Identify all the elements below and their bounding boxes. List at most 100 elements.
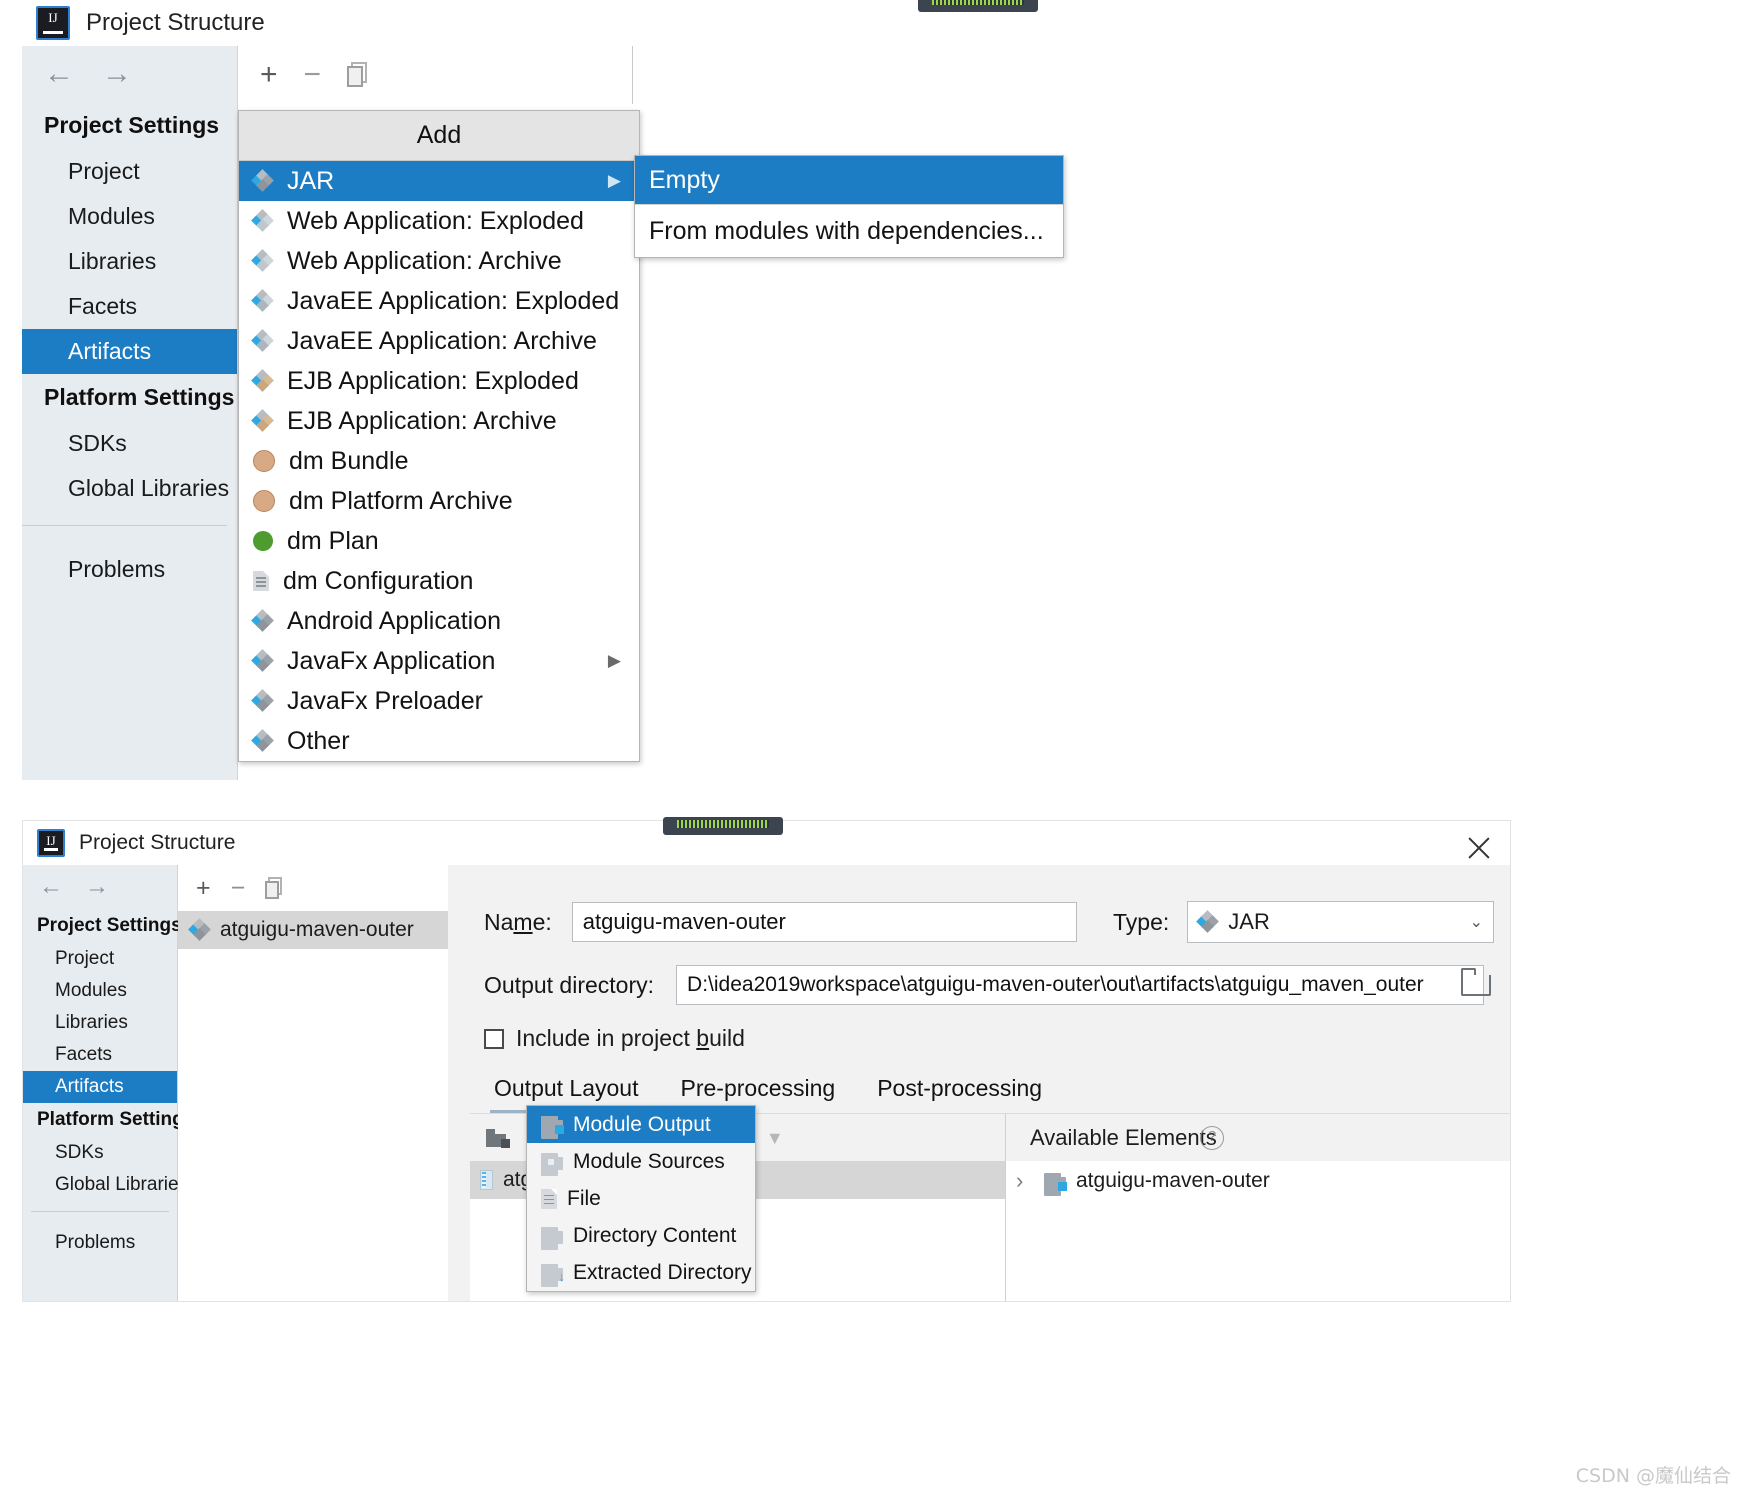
bottom-sidebar: ← → Project Settings Project Modules Lib…	[23, 865, 194, 1301]
sidebar-item-artifacts[interactable]: Artifacts	[23, 1071, 177, 1103]
add-artifact-button[interactable]: +	[260, 60, 278, 90]
back-arrow-icon[interactable]: ←	[39, 875, 63, 899]
sidebar-item-modules[interactable]: Modules	[22, 194, 237, 239]
page-title: Project Structure	[79, 831, 236, 854]
sidebar-item-modules[interactable]: Modules	[23, 975, 177, 1007]
include-in-project-build-label: Include in project build	[516, 1025, 745, 1051]
menu-item-module-sources[interactable]: Module Sources	[527, 1143, 755, 1180]
artifact-type-select[interactable]: JAR ⌄	[1187, 901, 1494, 943]
menu-item-dm-bundle[interactable]: dm Bundle	[239, 441, 639, 481]
nav-arrows: ← →	[23, 865, 177, 909]
sidebar-item-facets[interactable]: Facets	[23, 1039, 177, 1071]
output-directory-input[interactable]: D:\idea2019workspace\atguigu-maven-outer…	[676, 965, 1484, 1005]
sidebar-item-problems[interactable]: Problems	[22, 536, 237, 592]
sidebar-item-project[interactable]: Project	[23, 943, 177, 975]
menu-item-label: JAR	[287, 166, 335, 195]
artifact-list-item[interactable]: atguigu-maven-outer	[178, 911, 448, 949]
menu-item-javafx-application[interactable]: JavaFx Application ▶	[239, 641, 639, 681]
jar-diamond-icon	[251, 169, 274, 192]
forward-arrow-icon[interactable]: →	[85, 875, 109, 899]
menu-item-label: Extracted Directory	[573, 1260, 752, 1284]
expander-icon[interactable]: ›	[1016, 1168, 1034, 1194]
available-element-item[interactable]: › atguigu-maven-outer	[1006, 1161, 1510, 1201]
back-arrow-icon[interactable]: ←	[44, 59, 74, 89]
add-menu-title: Add	[239, 111, 639, 161]
tab-post-processing[interactable]: Post-processing	[873, 1069, 1046, 1114]
available-element-label: atguigu-maven-outer	[1076, 1169, 1270, 1192]
web-archive-icon	[251, 249, 274, 272]
copy-artifact-button[interactable]	[347, 62, 369, 88]
menu-item-directory-content[interactable]: Directory Content	[527, 1217, 755, 1254]
menu-item-label: dm Plan	[287, 526, 379, 555]
menu-item-dm-configuration[interactable]: dm Configuration	[239, 561, 639, 601]
submenu-item-empty[interactable]: Empty	[635, 156, 1063, 204]
sidebar-item-libraries[interactable]: Libraries	[22, 239, 237, 284]
menu-item-ejb-application-exploded[interactable]: EJB Application: Exploded	[239, 361, 639, 401]
module-output-icon	[541, 1116, 564, 1139]
window-drag-grabber-2[interactable]	[663, 817, 783, 835]
output-directory-row: Output directory: D:\idea2019workspace\a…	[484, 965, 1494, 1005]
move-down-button[interactable]: ▼	[766, 1129, 784, 1147]
menu-item-web-application-archive[interactable]: Web Application: Archive	[239, 241, 639, 281]
sidebar-item-problems[interactable]: Problems	[23, 1222, 177, 1259]
menu-item-javaee-application-archive[interactable]: JavaEE Application: Archive	[239, 321, 639, 361]
sidebar-item-global-libraries[interactable]: Global Libraries	[22, 466, 237, 511]
create-directory-icon[interactable]	[486, 1128, 510, 1148]
window-drag-grabber[interactable]	[918, 0, 1038, 12]
chevron-right-icon: ▶	[607, 171, 621, 190]
sidebar-item-project[interactable]: Project	[22, 149, 237, 194]
menu-item-file[interactable]: File	[527, 1180, 755, 1217]
menu-item-jar[interactable]: JAR ▶	[239, 161, 639, 201]
browse-output-directory-button[interactable]	[1458, 965, 1494, 1005]
sidebar-item-artifacts[interactable]: Artifacts	[22, 329, 237, 374]
menu-item-label: dm Platform Archive	[289, 486, 513, 515]
submenu-item-from-modules-with-dependencies[interactable]: From modules with dependencies...	[635, 205, 1063, 257]
menu-item-label: Directory Content	[573, 1223, 737, 1247]
artifact-list-item-label: atguigu-maven-outer	[220, 918, 414, 941]
output-directory-label: Output directory:	[484, 971, 655, 998]
dm-platform-icon	[253, 490, 275, 512]
menu-item-label: Module Sources	[573, 1149, 725, 1173]
menu-item-module-output[interactable]: Module Output	[527, 1106, 755, 1143]
menu-item-label: JavaEE Application: Exploded	[287, 286, 620, 315]
menu-item-javafx-preloader[interactable]: JavaFx Preloader	[239, 681, 639, 721]
sidebar-item-sdks[interactable]: SDKs	[22, 421, 237, 466]
include-in-project-build-row[interactable]: Include in project build	[484, 1025, 745, 1052]
sidebar-item-global-libraries[interactable]: Global Libraries	[23, 1169, 188, 1201]
menu-item-javaee-application-exploded[interactable]: JavaEE Application: Exploded	[239, 281, 639, 321]
include-in-project-build-checkbox[interactable]	[484, 1028, 504, 1049]
menu-item-dm-plan[interactable]: dm Plan	[239, 521, 639, 561]
copy-artifact-button[interactable]	[265, 877, 284, 899]
file-icon	[541, 1188, 557, 1209]
menu-item-android-application[interactable]: Android Application	[239, 601, 639, 641]
close-button[interactable]	[1462, 831, 1496, 865]
name-row: Name: atguigu-maven-outer Type: JAR ⌄	[484, 901, 1494, 943]
help-icon[interactable]: ?	[1200, 1125, 1224, 1150]
menu-item-ejb-application-archive[interactable]: EJB Application: Archive	[239, 401, 639, 441]
sidebar-item-facets[interactable]: Facets	[22, 284, 237, 329]
menu-item-label: JavaEE Application: Archive	[287, 326, 597, 355]
artifact-name-input[interactable]: atguigu-maven-outer	[571, 902, 1078, 942]
sidebar-item-sdks[interactable]: SDKs	[23, 1137, 177, 1169]
menu-item-label: Android Application	[287, 606, 502, 635]
javaee-exploded-icon	[251, 289, 274, 312]
menu-item-other[interactable]: Other	[239, 721, 639, 761]
menu-item-web-application-exploded[interactable]: Web Application: Exploded	[239, 201, 639, 241]
menu-item-label: dm Bundle	[289, 446, 409, 475]
chevron-down-icon: ⌄	[1469, 914, 1483, 931]
directory-content-icon	[541, 1227, 563, 1250]
menu-item-dm-platform-archive[interactable]: dm Platform Archive	[239, 481, 639, 521]
jar-icon	[480, 1170, 493, 1190]
remove-artifact-button[interactable]: −	[304, 60, 322, 90]
forward-arrow-icon[interactable]: →	[102, 59, 132, 89]
menu-item-label: Other	[287, 726, 350, 755]
add-artifact-button[interactable]: +	[196, 875, 211, 901]
remove-artifact-button[interactable]: −	[231, 875, 246, 901]
intellij-logo-icon	[36, 6, 70, 40]
menu-item-label: EJB Application: Exploded	[287, 366, 579, 395]
sidebar-item-libraries[interactable]: Libraries	[23, 1007, 177, 1039]
sidebar-group-platform-settings: Platform Settings	[44, 384, 235, 410]
dm-plan-icon	[253, 531, 273, 551]
artifact-type-value: JAR	[1228, 909, 1270, 934]
menu-item-extracted-directory[interactable]: ↓ Extracted Directory	[527, 1254, 755, 1291]
